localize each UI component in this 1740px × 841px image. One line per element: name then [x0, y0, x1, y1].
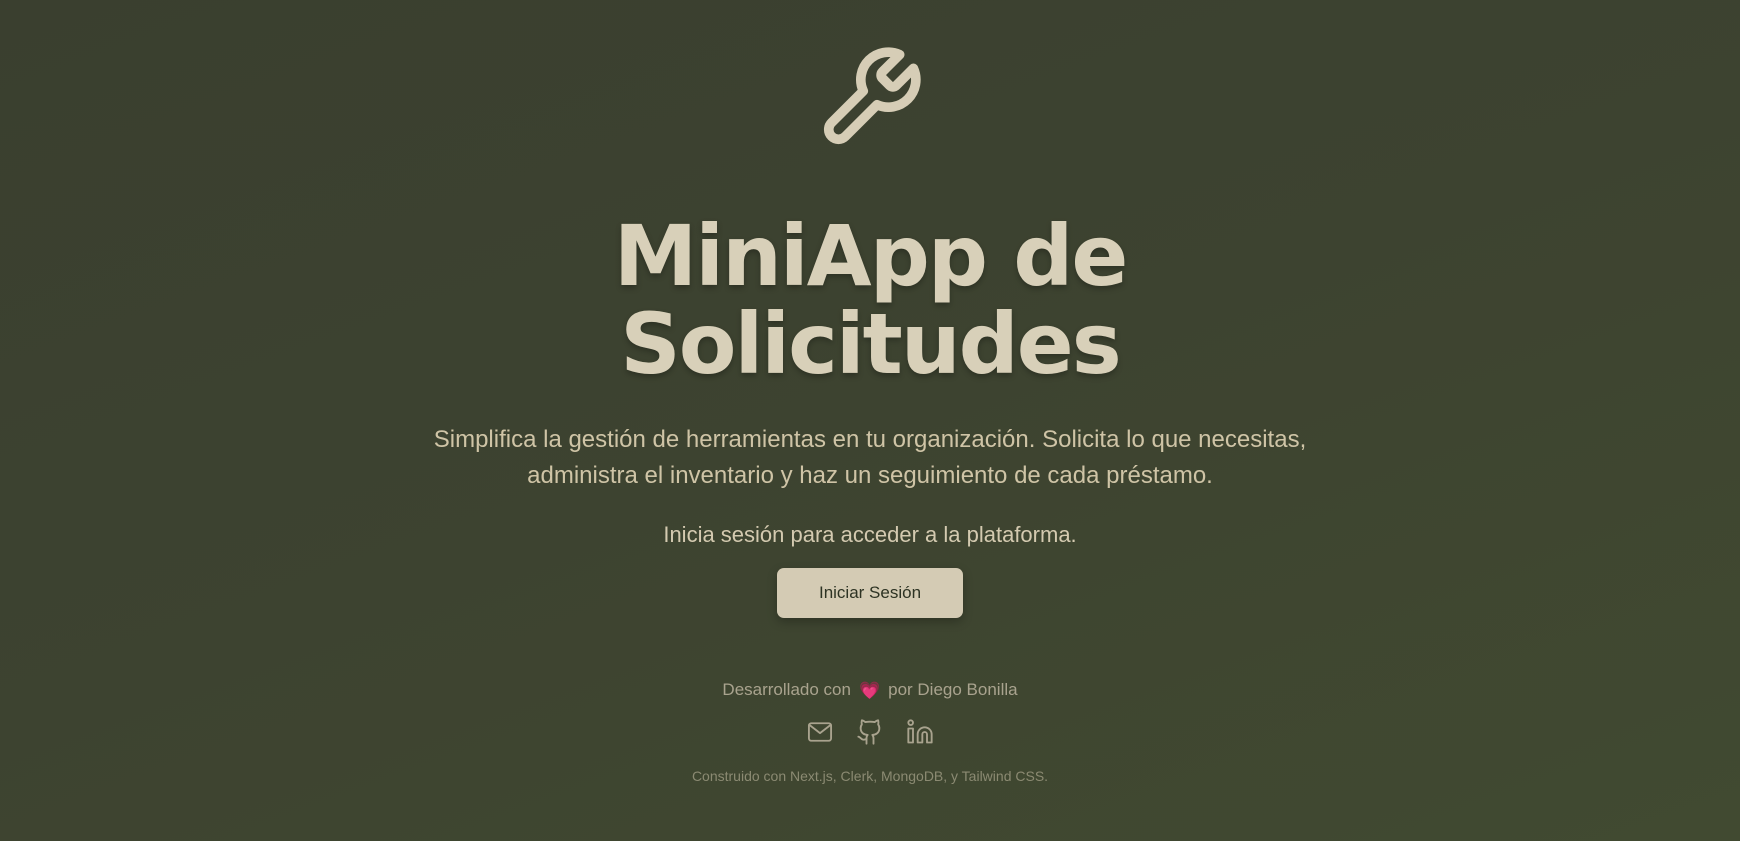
credit-prefix: Desarrollado con: [722, 680, 851, 699]
footer-credit: Desarrollado con 💗 por Diego Bonilla: [722, 680, 1017, 700]
credit-suffix: por Diego Bonilla: [888, 680, 1018, 699]
landing-page: MiniApp de Solicitudes Simplifica la ges…: [0, 0, 1740, 841]
page-title: MiniApp de Solicitudes: [490, 212, 1250, 388]
title-line-2: Solicitudes: [620, 295, 1121, 393]
signin-button[interactable]: Iniciar Sesión: [777, 568, 963, 618]
mail-icon: [807, 722, 833, 742]
linkedin-icon: [907, 719, 933, 744]
social-links: [806, 718, 934, 746]
mail-link[interactable]: [806, 718, 834, 746]
linkedin-link[interactable]: [906, 718, 934, 746]
github-link[interactable]: [856, 718, 884, 746]
app-logo: [814, 42, 926, 154]
github-icon: [857, 719, 881, 745]
built-with-note: Construido con Next.js, Clerk, MongoDB, …: [691, 768, 1049, 784]
signin-hint: Inicia sesión para acceder a la platafor…: [663, 522, 1077, 547]
heart-icon: 💗: [858, 680, 881, 700]
wrench-icon: [823, 47, 921, 145]
title-line-1: MiniApp de: [613, 207, 1129, 305]
tagline: Simplifica la gestión de herramientas en…: [433, 426, 1307, 489]
